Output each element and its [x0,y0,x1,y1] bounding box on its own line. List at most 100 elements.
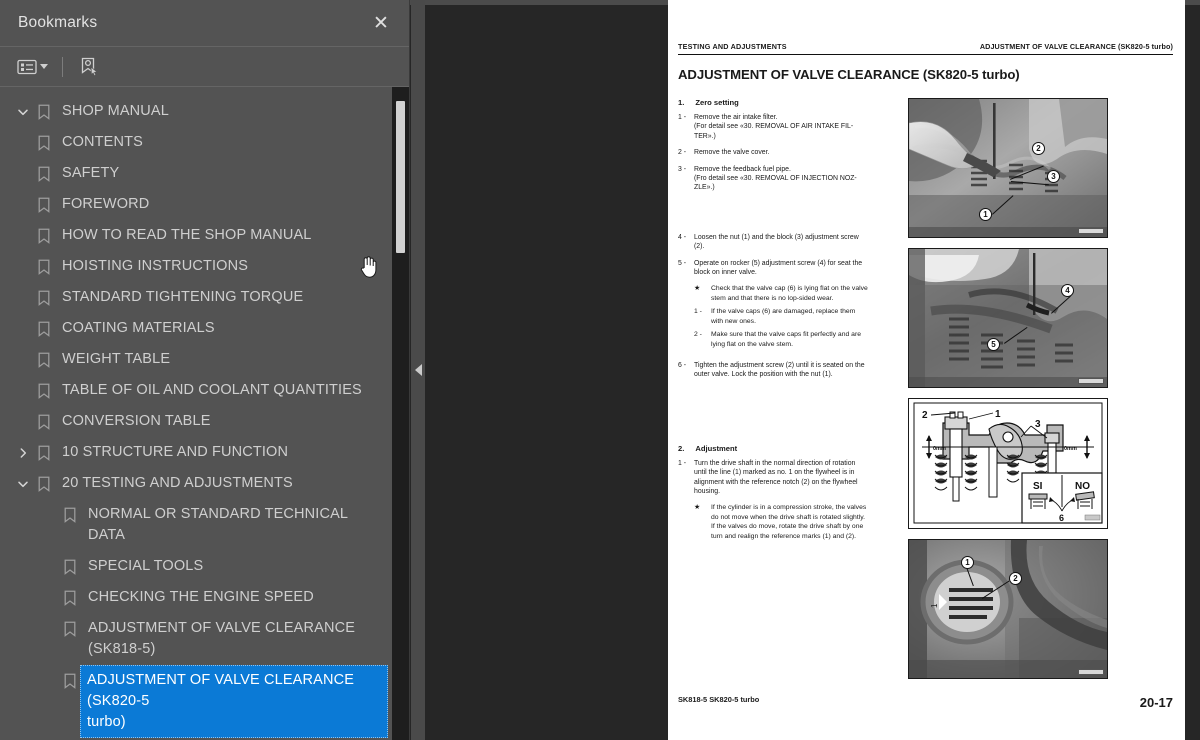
svg-text:6: 6 [1059,513,1064,523]
diagram-valve-bridge-cross-section: 0mm 0mm 2 1 3 SI NO 6 [908,398,1108,529]
step-number: 6 - [678,361,687,369]
bookmark-item[interactable]: 20 TESTING AND ADJUSTMENTS [0,468,392,499]
bookmark-item[interactable]: FOREWORD [0,189,392,220]
bookmark-item-label: SPECIAL TOOLS [88,558,204,574]
running-header-right: ADJUSTMENT OF VALVE CLEARANCE (SK820-5 t… [979,42,1173,51]
pdf-reader-window: Bookmarks ✕ SHOP MANUAL CONTENTS SAFETY … [0,0,1200,740]
chevron-right-icon[interactable] [12,437,34,468]
step-text: Tighten the adjustment screw (2) until i… [694,361,865,379]
photo-rocker-arms-zero-setting: 1 2 3 [908,98,1108,238]
page-footer-left: SK818-5 SK820-5 turbo [678,695,760,704]
bookmark-item-label: 20 TESTING AND ADJUSTMENTS [62,475,293,491]
bookmark-item-label: SHOP MANUAL [62,103,169,119]
bookmark-icon [34,375,54,406]
svg-text:1: 1 [930,603,939,608]
svg-text:NO: NO [1075,481,1090,492]
bookmarks-scrollbar-thumb[interactable] [396,101,405,253]
svg-text:1: 1 [995,409,1001,420]
substep-text: If the cylinder is in a compression stro… [711,504,867,540]
bookmark-item-label: CONVERSION TABLE [62,413,211,429]
step-number: 5 - [678,259,687,267]
callout-2: 2 [1009,572,1022,585]
bookmark-item-label: HOW TO READ THE SHOP MANUAL [62,227,312,243]
bookmark-icon [60,613,80,644]
svg-text:0mm: 0mm [1064,446,1077,452]
bookmark-item[interactable]: SPECIAL TOOLS [0,551,392,582]
bookmark-item[interactable]: WEIGHT TABLE [0,344,392,375]
bookmark-icon [34,220,54,251]
step-number: 1 - [678,459,687,467]
page-number: 20-17 [1139,695,1173,710]
photo-stamp [1078,669,1104,675]
svg-text:0mm: 0mm [933,446,946,452]
step-text: Loosen the nut (1) and the block (3) adj… [694,233,859,251]
photo-rocker-adjustment-screw: 4 5 [908,248,1108,388]
svg-text:3: 3 [1035,419,1041,430]
bookmarks-panel-title: Bookmarks [18,14,98,31]
bookmark-item[interactable]: ADJUSTMENT OF VALVE CLEARANCE (SK818-5) [0,613,392,665]
document-section: 6 - Tighten the adjustment screw (2) unti… [678,361,906,380]
triangle-left-icon [414,364,422,376]
document-section: 1. Zero setting 1 - Remove the air intake f… [678,98,906,193]
bookmark-item[interactable]: HOISTING INSTRUCTIONS [0,251,392,282]
bookmark-item-label: CONTENTS [62,134,143,150]
bookmark-item[interactable]: TABLE OF OIL AND COOLANT QUANTITIES [0,375,392,406]
bookmark-item[interactable]: COATING MATERIALS [0,313,392,344]
bookmark-options-button[interactable] [14,56,51,78]
bookmark-icon [34,282,54,313]
chevron-down-icon [40,64,48,69]
new-bookmark-button[interactable] [76,53,103,80]
bookmark-icon [34,344,54,375]
toolbar-divider [62,56,63,77]
section-heading-text: Zero setting [695,98,739,107]
bookmark-item[interactable]: SHOP MANUAL [0,96,392,127]
bookmark-icon [60,582,80,613]
document-section: 4 - Loosen the nut (1) and the block (3) … [678,233,906,349]
substep-text: Check that the valve cap (6) is lying fl… [711,285,868,302]
section-number: 2. [678,443,685,453]
bookmark-item[interactable]: ADJUSTMENT OF VALVE CLEARANCE (SK820-5 t… [0,665,392,738]
bookmark-item-label: CHECKING THE ENGINE SPEED [88,589,314,605]
bookmark-icon [34,468,54,499]
bookmark-item[interactable]: STANDARD TIGHTENING TORQUE [0,282,392,313]
substep-text: If the valve caps (6) are damaged, repla… [711,308,856,325]
chevron-down-icon[interactable] [12,96,34,127]
bookmark-item[interactable]: SAFETY [0,158,392,189]
document-figure-column: 1 2 3 4 5 0mm 0mm 2 1 3 SI NO 6 1 1 2 [908,98,1108,679]
chevron-down-icon[interactable] [12,468,34,499]
page-title: ADJUSTMENT OF VALVE CLEARANCE (SK820-5 t… [678,67,1020,82]
callout-1: 1 [961,556,974,569]
bookmark-item[interactable]: 10 STRUCTURE AND FUNCTION [0,437,392,468]
photo-stamp [1078,378,1104,384]
bookmarks-panel-header: Bookmarks ✕ [0,0,409,47]
photo-stamp [1078,228,1104,234]
document-step: 1 - Remove the air intake filter. (For de… [678,113,906,141]
bookmark-item[interactable]: NORMAL OR STANDARD TECHNICAL DATA [0,499,392,551]
bookmarks-tree[interactable]: SHOP MANUAL CONTENTS SAFETY FOREWORD HOW TO … [0,87,392,740]
section-heading: 2. Adjustment [678,444,906,453]
running-header-left: TESTING AND ADJUSTMENTS [678,42,787,51]
document-step: 1 - Turn the drive shaft in the normal di… [678,459,906,497]
bookmark-item[interactable]: CONVERSION TABLE [0,406,392,437]
bookmark-icon [60,499,80,530]
bookmarks-scrollbar[interactable] [392,87,409,740]
close-icon[interactable]: ✕ [369,11,393,35]
bookmark-item[interactable]: HOW TO READ THE SHOP MANUAL [0,220,392,251]
panel-collapse-handle[interactable] [411,0,425,740]
bookmark-item[interactable]: CHECKING THE ENGINE SPEED [0,582,392,613]
bookmark-icon [34,251,54,282]
substep-text: Make sure that the valve caps fit perfec… [711,331,861,348]
bookmarks-panel: Bookmarks ✕ SHOP MANUAL CONTENTS SAFETY … [0,0,410,740]
bookmarks-toolbar [0,47,409,87]
step-number: 4 - [678,233,687,241]
bookmark-item[interactable]: CONTENTS [0,127,392,158]
